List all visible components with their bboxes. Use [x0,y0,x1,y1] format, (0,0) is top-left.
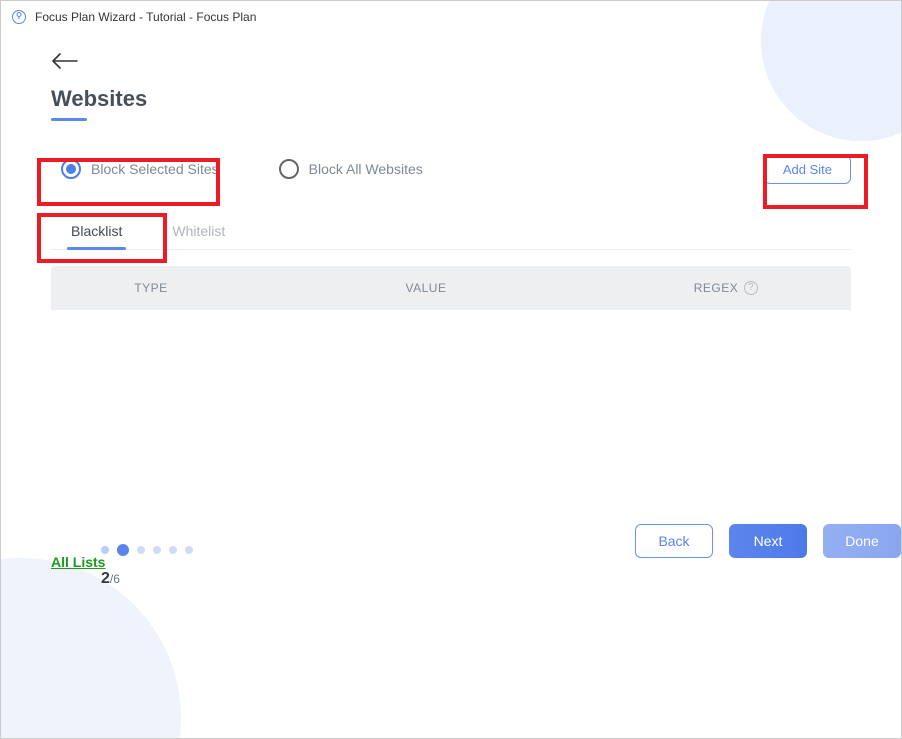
tab-blacklist[interactable]: Blacklist [71,215,122,249]
step-counter: 2/6 [101,570,901,588]
radio-block-selected-sites[interactable]: Block Selected Sites [51,151,229,187]
step-total: 6 [113,572,120,586]
block-mode-row: Block Selected Sites Block All Websites … [51,151,851,187]
step-dot [137,546,145,554]
column-header-value: VALUE [251,281,601,295]
wizard-window: Focus Plan Wizard - Tutorial - Focus Pla… [0,0,902,739]
radio-block-all-websites[interactable]: Block All Websites [269,151,433,187]
window-title: Focus Plan Wizard - Tutorial - Focus Pla… [35,10,256,24]
sites-table: TYPE VALUE REGEX ? [51,266,851,540]
all-lists-link[interactable]: All Lists [51,554,105,570]
radio-label: Block Selected Sites [91,161,219,177]
radio-circle-icon [61,159,81,179]
help-icon[interactable]: ? [744,281,758,295]
radio-circle-icon [279,159,299,179]
back-button[interactable]: Back [635,524,713,558]
step-dot [101,546,109,554]
step-current: 2 [101,570,110,587]
done-button[interactable]: Done [823,524,901,558]
column-header-type: TYPE [51,281,251,295]
wizard-footer: 2/6 Back Next Done [101,544,901,588]
column-header-regex: REGEX ? [601,281,851,295]
back-arrow-icon[interactable] [51,53,851,74]
page-title: Websites [51,86,851,112]
table-body-empty [51,310,851,540]
tab-whitelist[interactable]: Whitelist [172,215,225,249]
table-header-row: TYPE VALUE REGEX ? [51,266,851,310]
add-site-button[interactable]: Add Site [764,155,851,184]
radio-label: Block All Websites [309,161,423,177]
column-header-regex-label: REGEX [694,281,739,295]
heading-underline [51,118,87,121]
app-icon [11,9,27,25]
step-dot [153,546,161,554]
step-dot [169,546,177,554]
step-dot-current [117,544,129,556]
list-tabs: Blacklist Whitelist [51,215,851,250]
step-dot [185,546,193,554]
next-button[interactable]: Next [729,524,807,558]
